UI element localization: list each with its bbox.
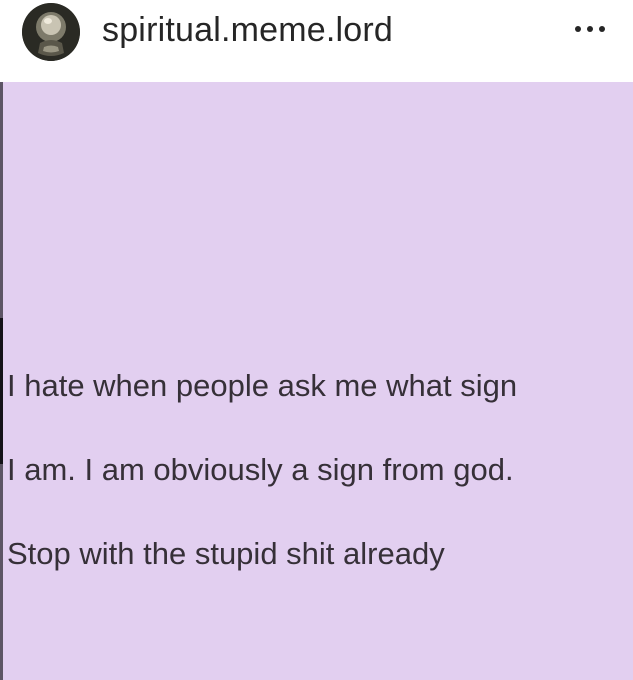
more-options-button[interactable] bbox=[570, 14, 610, 44]
image-text-line: I hate when people ask me what sign bbox=[7, 368, 518, 403]
image-left-edge-shadow bbox=[0, 318, 3, 464]
username[interactable]: spiritual.meme.lord bbox=[102, 10, 393, 50]
post-image[interactable]: I hate when people ask me what sign I am… bbox=[0, 82, 633, 680]
crystal-ball-icon bbox=[22, 3, 80, 61]
image-text-line: I am. I am obviously a sign from god. bbox=[7, 452, 514, 487]
image-text-line: Stop with the stupid shit already bbox=[7, 536, 445, 571]
post-header: spiritual.meme.lord bbox=[0, 0, 633, 82]
more-horizontal-icon bbox=[575, 26, 605, 32]
avatar[interactable] bbox=[22, 3, 80, 61]
image-text: I hate when people ask me what sign I am… bbox=[7, 323, 627, 617]
